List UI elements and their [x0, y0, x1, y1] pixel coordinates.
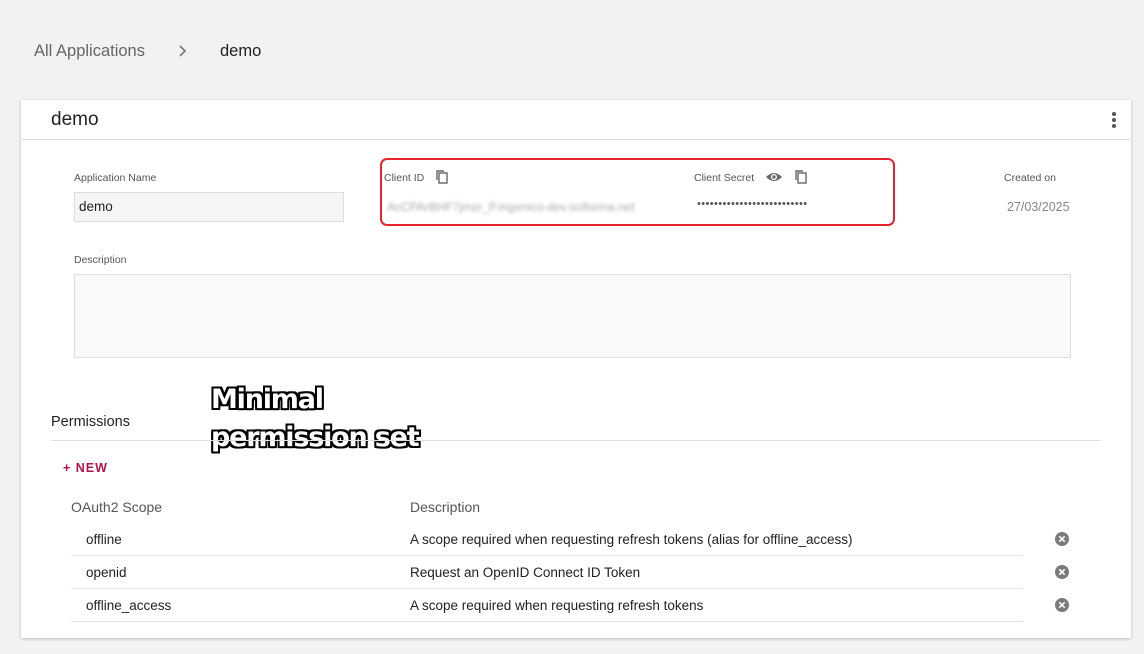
created-on-label: Created on	[1004, 172, 1056, 184]
application-name-label: Application Name	[74, 172, 157, 184]
breadcrumb-all-applications-link[interactable]: All Applications	[34, 42, 145, 61]
scope-cell: offline_access	[86, 598, 172, 613]
application-card: demo Application Name demo Client ID AcC…	[21, 100, 1131, 638]
column-header-description: Description	[410, 499, 481, 515]
application-name-input[interactable]: demo	[74, 192, 344, 222]
chevron-right-icon	[179, 45, 187, 57]
table-row: offline_access A scope required when req…	[71, 589, 1023, 622]
description-label: Description	[74, 254, 127, 266]
scope-cell: offline	[86, 532, 122, 547]
permissions-divider	[51, 440, 1101, 441]
description-cell: A scope required when requesting refresh…	[410, 598, 704, 613]
description-cell: Request an OpenID Connect ID Token	[410, 565, 641, 580]
annotation-overlay: Minimal permission set	[211, 381, 420, 457]
credentials-highlight	[380, 158, 895, 226]
client-secret-label: Client Secret	[694, 172, 755, 184]
column-header-scope: OAuth2 Scope	[71, 499, 163, 515]
breadcrumb: All Applications demo	[34, 40, 261, 62]
card-header: demo	[21, 100, 1131, 140]
add-permission-button[interactable]: + NEW	[63, 461, 108, 475]
table-row: offline A scope required when requesting…	[71, 523, 1023, 556]
copy-client-secret-icon[interactable]	[793, 169, 809, 185]
copy-client-id-icon[interactable]	[434, 169, 450, 185]
table-row: openid Request an OpenID Connect ID Toke…	[71, 556, 1023, 589]
client-secret-value: ••••••••••••••••••••••••••	[697, 198, 808, 210]
client-id-value: AcCPArBHF7jmzr_P.ingenico-dev.sciforma.n…	[387, 200, 635, 214]
created-on-value: 27/03/2025	[1007, 200, 1070, 214]
client-id-label: Client ID	[384, 172, 425, 184]
scope-cell: openid	[86, 565, 127, 580]
page-title: demo	[51, 109, 99, 130]
remove-permission-icon[interactable]	[1055, 598, 1069, 612]
description-cell: A scope required when requesting refresh…	[410, 532, 853, 547]
permissions-title: Permissions	[51, 414, 130, 430]
show-secret-eye-icon[interactable]	[765, 170, 783, 184]
remove-permission-icon[interactable]	[1055, 565, 1069, 579]
annotation-line-1: Minimal	[211, 384, 324, 415]
annotation-line-2: permission set	[211, 422, 420, 453]
breadcrumb-current: demo	[219, 41, 262, 60]
remove-permission-icon[interactable]	[1055, 532, 1069, 546]
more-options-icon[interactable]	[1107, 110, 1121, 130]
description-textarea[interactable]	[74, 274, 1071, 358]
